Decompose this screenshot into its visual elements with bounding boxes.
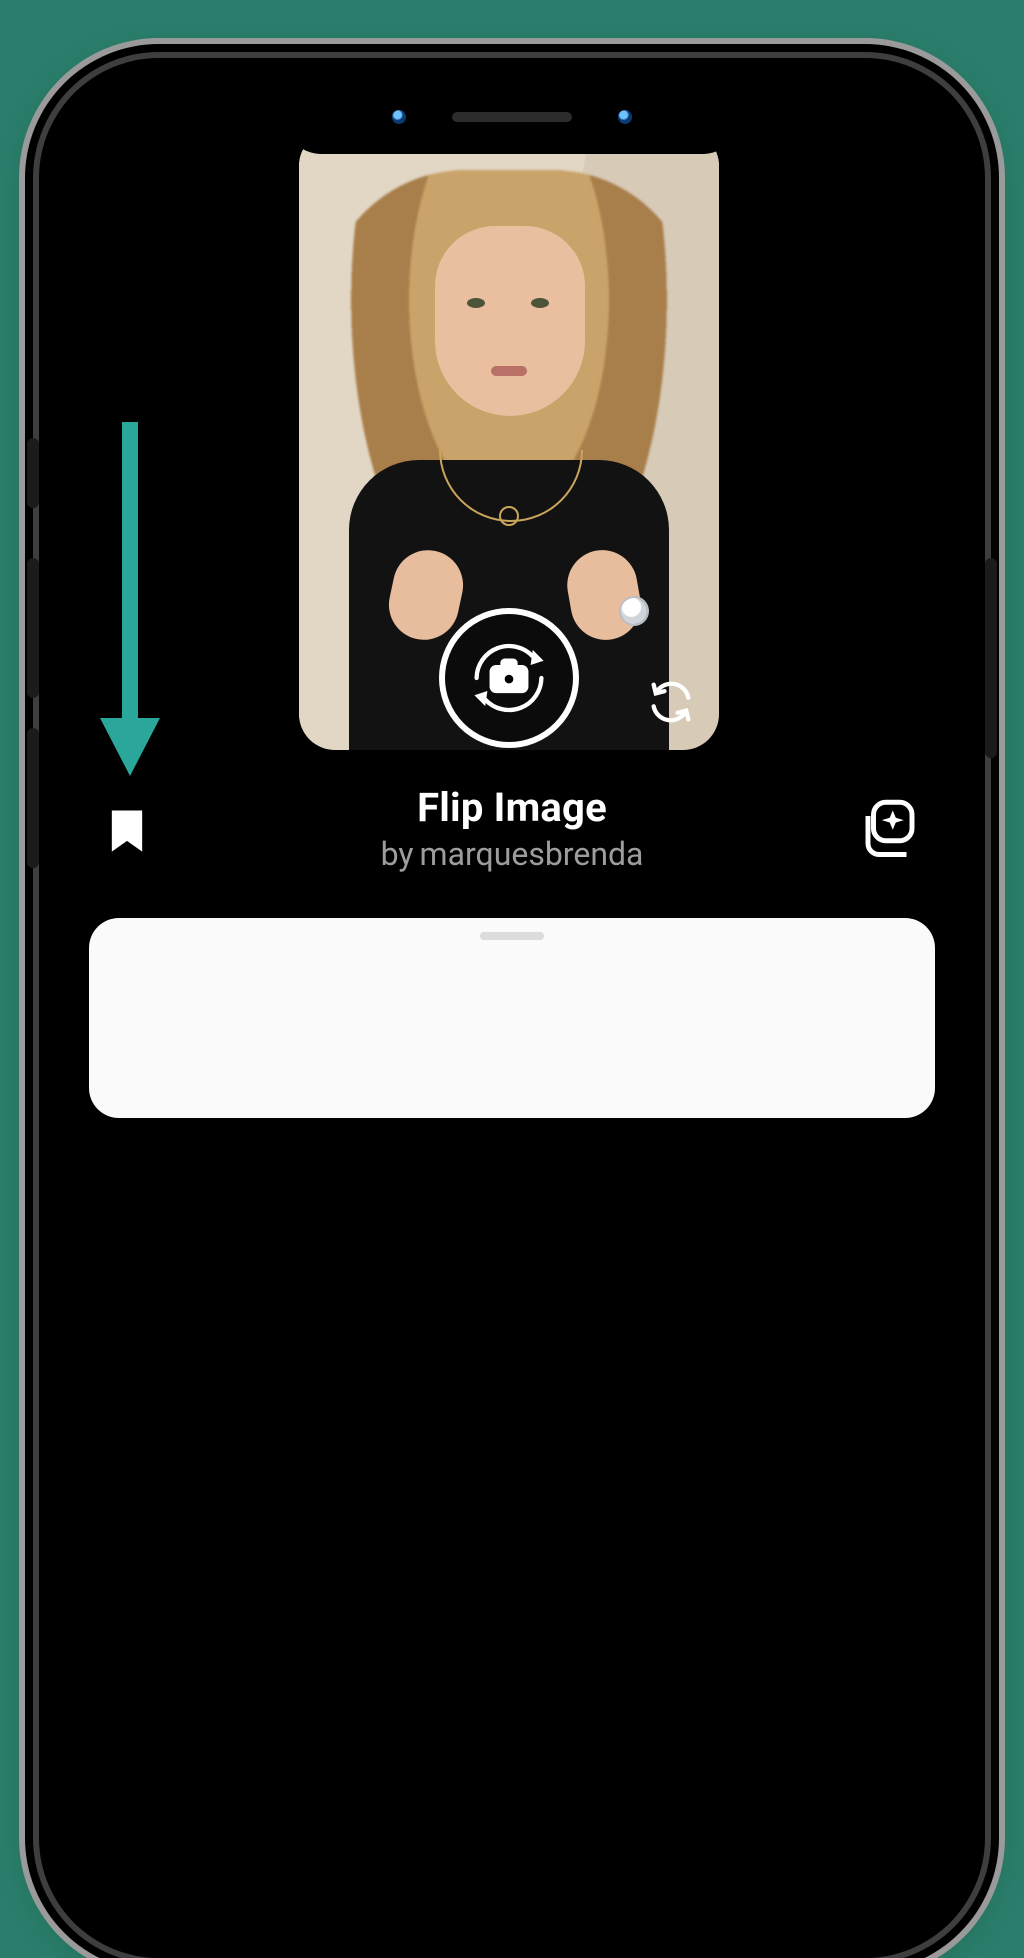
sheet-grabber[interactable] <box>480 932 544 940</box>
mute-switch <box>27 438 39 508</box>
preview-face <box>435 226 585 416</box>
volume-up-button <box>27 558 39 698</box>
by-label: by <box>381 835 414 873</box>
volume-down-button <box>27 728 39 868</box>
preview-ring <box>621 598 647 624</box>
phone-screen: Flip Image bymarquesbrenda <box>69 88 955 1928</box>
arrow-down-icon <box>100 422 160 776</box>
speaker-grille <box>452 112 572 122</box>
sensor-dot <box>392 110 406 124</box>
sparkle-stack-icon <box>857 794 923 860</box>
rotate-icon[interactable] <box>645 676 697 728</box>
annotation-arrow <box>100 422 160 776</box>
effect-meta: Flip Image bymarquesbrenda <box>69 784 955 873</box>
camera-rotate-icon <box>439 608 579 748</box>
save-effect-button[interactable] <box>101 804 153 856</box>
effect-tray[interactable] <box>89 918 935 1118</box>
preview-mouth <box>491 366 527 376</box>
preview-pendant <box>499 506 519 526</box>
browse-effects-button[interactable] <box>857 794 923 860</box>
effect-author: marquesbrenda <box>420 835 644 873</box>
preview-eye <box>531 298 549 308</box>
effect-author-line[interactable]: bymarquesbrenda <box>69 835 955 873</box>
sensor-dot <box>618 110 632 124</box>
phone-frame: Flip Image bymarquesbrenda <box>39 58 985 1958</box>
effect-title: Flip Image <box>69 784 955 831</box>
notch <box>282 88 742 154</box>
bookmark-icon <box>101 804 153 856</box>
effect-preview[interactable] <box>299 130 719 750</box>
preview-eye <box>467 298 485 308</box>
power-button <box>985 558 997 758</box>
